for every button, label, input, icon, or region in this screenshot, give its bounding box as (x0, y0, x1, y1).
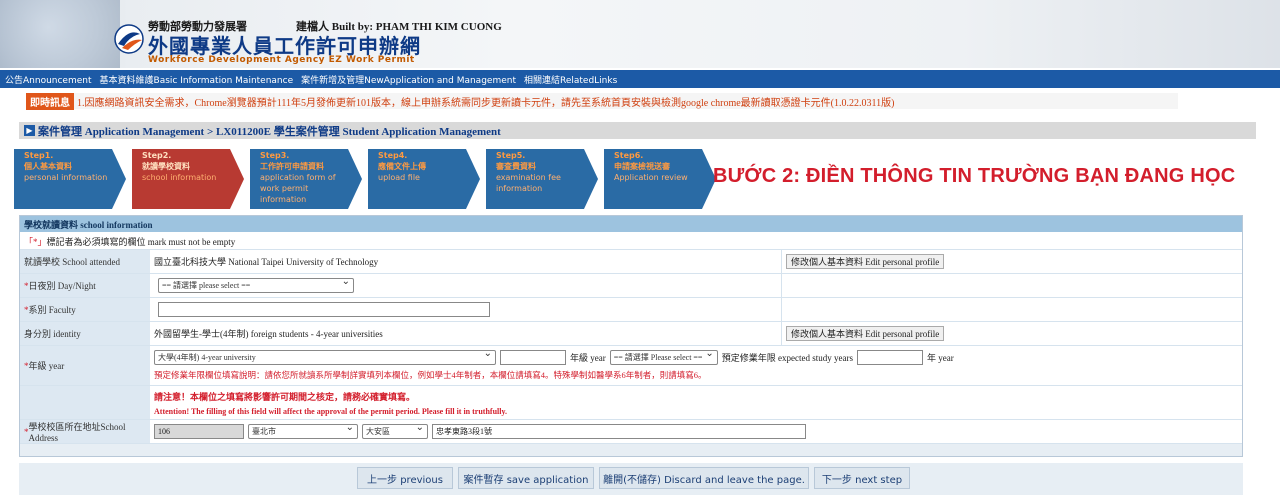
year-text: 年級 year (570, 353, 606, 363)
identity-label: 身分別 identity (20, 322, 150, 345)
nav-item-related-links[interactable]: 相關連結RelatedLinks (524, 73, 617, 86)
instant-notice: 即時訊息 1.因應網路資訊安全需求，Chrome瀏覽器預計111年5月發佈更新1… (26, 92, 1178, 110)
save-button[interactable]: 案件暫存 save application (458, 467, 594, 489)
arrow-right-icon: ▶ (24, 125, 35, 136)
step-1-subtitle: personal information (24, 173, 108, 182)
notice-badge: 即時訊息 (26, 92, 74, 110)
year-please-select[interactable]: == 請選擇 Please select == (609, 348, 718, 365)
expected-years-label: 預定修業年限 expected study years (721, 353, 853, 363)
year-grade-input[interactable] (500, 350, 566, 365)
action-bar: 上一步 previous 案件暫存 save application 離開(不儲… (19, 463, 1243, 495)
step-5[interactable]: Step5. 審查費資料 examination fee information (486, 149, 598, 209)
step-4-subtitle: upload file (378, 173, 420, 182)
step-6-number: Step6. (614, 151, 644, 160)
row-daynight: * 日夜別 Day/Night == 請選擇 please select == (20, 274, 1242, 298)
step-2-number: Step2. (142, 151, 172, 160)
year-value-cell: 大學(4年制) 4-year university 年級 year == 請選擇… (150, 346, 1242, 385)
school-info-form: 學校就讀資料 school information 「*」標記者為必須填寫的欄位… (19, 215, 1243, 457)
overlay-step-label: BƯỚC 2: ĐIỀN THÔNG TIN TRƯỜNG BẠN ĐANG H… (713, 165, 1236, 187)
school-label: 就讀學校 School attended (20, 250, 150, 273)
row-year: *年級 year 大學(4年制) 4-year university 年級 ye… (20, 346, 1242, 386)
address-label: 學校校區所在地址School Address (28, 422, 126, 443)
previous-button[interactable]: 上一步 previous (357, 467, 453, 489)
nav-item-basic-info[interactable]: 基本資料維護Basic Information Maintenance (100, 73, 294, 86)
daynight-label: 日夜別 Day/Night (28, 281, 96, 291)
step-5-subtitle: examination fee information (496, 173, 561, 193)
faculty-label-cell: * 系別 Faculty (20, 298, 150, 321)
step-6-title: 申請案檢視送審 (614, 162, 670, 171)
step-1[interactable]: Step1. 個人基本資料 personal information (14, 149, 126, 209)
step-1-number: Step1. (24, 151, 54, 160)
step-2[interactable]: Step2. 就讀學校資料 school information (132, 149, 244, 209)
step-2-title: 就讀學校資料 (142, 162, 190, 171)
form-spacer (20, 444, 1242, 456)
year-type-select[interactable]: 大學(4年制) 4-year university (154, 348, 496, 365)
nav-item-announcement[interactable]: 公告Announcement (5, 73, 92, 86)
edit-profile-button-2[interactable]: 修改個人基本資料 Edit personal profile (786, 326, 945, 341)
city-select[interactable]: 臺北市 (248, 422, 358, 439)
step-6-subtitle: Application review (614, 173, 688, 182)
step-6[interactable]: Step6. 申請案檢視送審 Application review (604, 149, 716, 209)
nav-item-new-application[interactable]: 案件新增及管理NewApplication and Management (301, 73, 516, 86)
site-banner: 勞動部勞動力發展署 建檔人 Built by: PHAM THI KIM CUO… (0, 0, 1280, 68)
daynight-select[interactable]: == 請選擇 please select == (158, 276, 354, 293)
banner-photo (0, 0, 120, 68)
school-value-cell: 國立臺北科技大學 National Taipei University of T… (150, 250, 1242, 273)
step-4[interactable]: Step4. 應備文件上傳 upload file (368, 149, 480, 209)
notice-text[interactable]: 1.因應網路資訊安全需求，Chrome瀏覽器預計111年5月發佈更新101版本，… (77, 94, 894, 109)
agency-logo-icon (114, 24, 144, 54)
step-2-subtitle: school information (142, 173, 217, 182)
row-attention: 請注意！本欄位之填寫將影響許可期間之核定，請務必確實填寫。 Attention!… (20, 386, 1242, 420)
required-hint: 「*」標記者為必須填寫的欄位 mark must not be empty (20, 232, 1242, 250)
year-label-cell: * 年級 year (20, 346, 150, 385)
step-3-title: 工作許可申請資料 (260, 162, 324, 171)
row-faculty: * 系別 Faculty (20, 298, 1242, 322)
main-nav: 公告Announcement 基本資料維護Basic Information M… (0, 70, 1280, 88)
step-3[interactable]: Step3. 工作許可申請資料 application form of work… (250, 149, 362, 209)
step-3-number: Step3. (260, 151, 290, 160)
step-3-subtitle: application form of work permit informat… (260, 173, 336, 204)
required-mark: 「*」 (24, 237, 47, 247)
breadcrumb: ▶ 案件管理 Application Management > LX011200… (19, 122, 1256, 139)
step-5-number: Step5. (496, 151, 526, 160)
form-header: 學校就讀資料 school information (20, 216, 1242, 232)
step-4-title: 應備文件上傳 (378, 162, 426, 171)
expected-years-input[interactable] (856, 350, 923, 365)
attention-label-cell (20, 386, 150, 419)
attention-en: Attention! The filling of this field wil… (154, 406, 508, 416)
required-hint-text: 標記者為必須填寫的欄位 mark must not be empty (46, 237, 236, 247)
step-1-title: 個人基本資料 (24, 162, 72, 171)
school-value: 國立臺北科技大學 National Taipei University of T… (154, 257, 379, 267)
address-label-cell: * 學校校區所在地址School Address (20, 420, 150, 443)
step-4-number: Step4. (378, 151, 408, 160)
next-button[interactable]: 下一步 next step (814, 467, 910, 489)
row-address: *學校校區所在地址School Address 106 臺北市 大安區 忠孝東路… (20, 420, 1242, 444)
year-unit: 年 year (926, 353, 954, 363)
street-input[interactable]: 忠孝東路3段1號 (432, 424, 806, 439)
row-identity: 身分別 identity 外國留學生-學士(4年制) foreign stude… (20, 322, 1242, 346)
daynight-label-cell: * 日夜別 Day/Night (20, 274, 150, 297)
identity-value: 外國留學生-學士(4年制) foreign students - 4-year … (154, 329, 383, 339)
attention-zh: 請注意！本欄位之填寫將影響許可期間之核定，請務必確實填寫。 (154, 391, 416, 402)
faculty-label: 系別 Faculty (28, 305, 76, 315)
faculty-input[interactable] (158, 302, 490, 317)
edit-profile-button[interactable]: 修改個人基本資料 Edit personal profile (786, 254, 945, 269)
year-label: 年級 year (28, 361, 65, 371)
discard-button[interactable]: 離開(不儲存) Discard and leave the page. (599, 467, 809, 489)
step-5-title: 審查費資料 (496, 162, 536, 171)
district-select[interactable]: 大安區 (362, 422, 428, 439)
postal-code-input: 106 (154, 424, 244, 439)
site-subtitle: Workforce Development Agency EZ Work Per… (148, 55, 415, 65)
year-note: 預定修業年限欄位填寫說明：請依您所就讀系所學制詳實填列本欄位，例如學士4年制者，… (154, 370, 707, 380)
breadcrumb-text: 案件管理 Application Management > LX011200E … (38, 125, 501, 138)
row-school: 就讀學校 School attended 國立臺北科技大學 National T… (20, 250, 1242, 274)
